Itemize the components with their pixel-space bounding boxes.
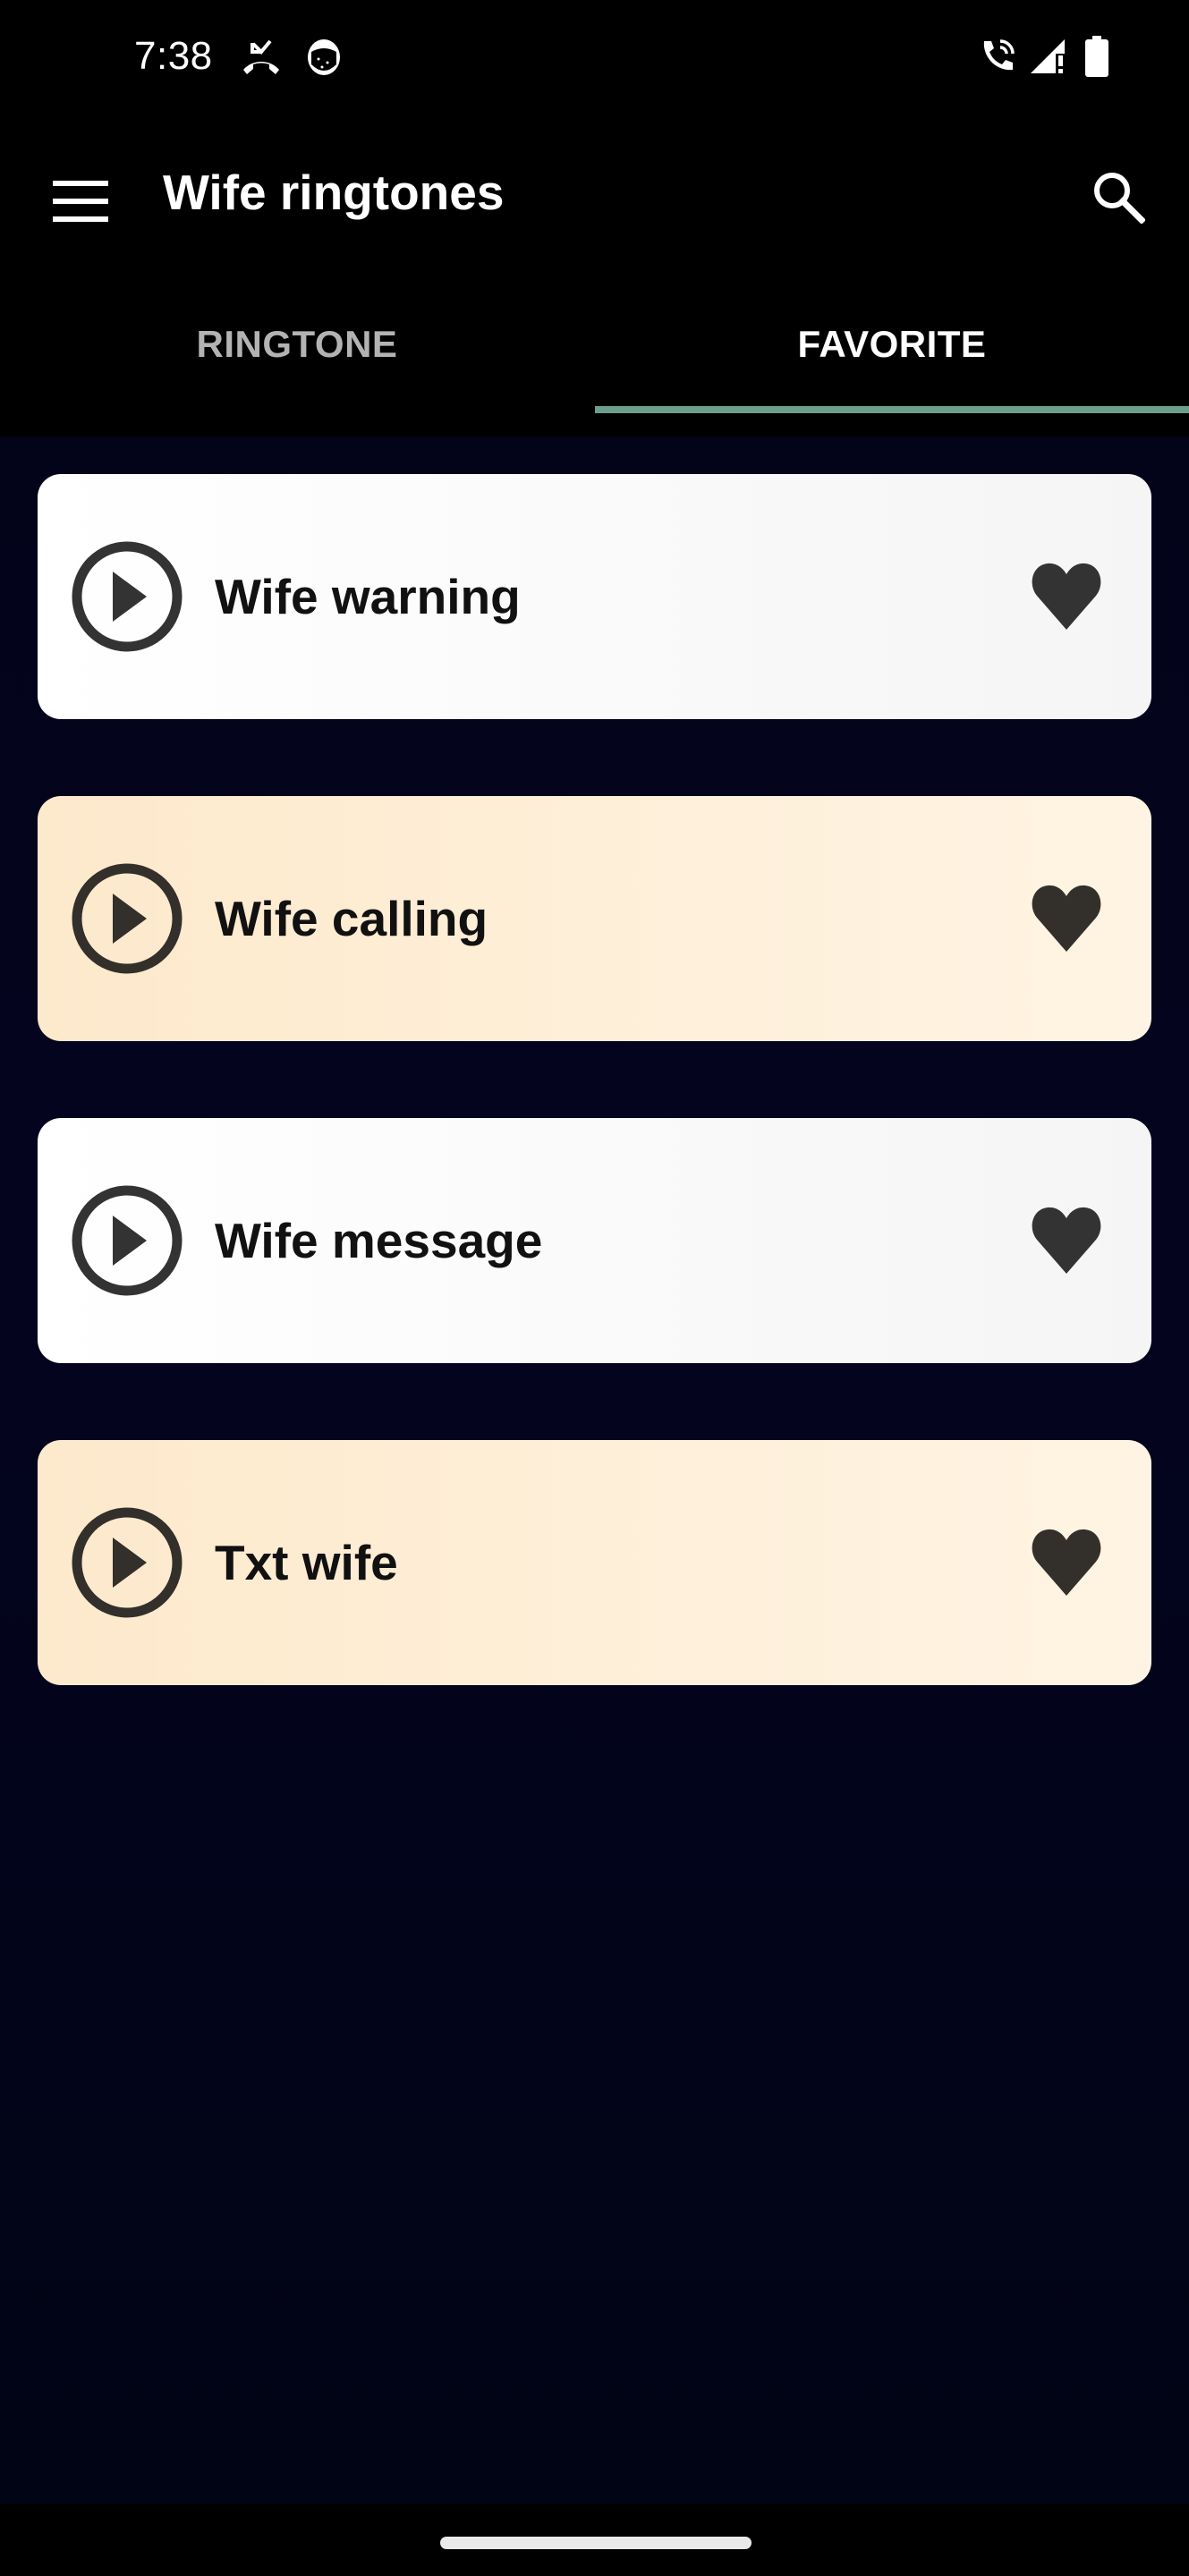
heart-icon[interactable]	[1026, 1522, 1107, 1603]
ringtone-title: Wife calling	[215, 891, 488, 946]
app-title: Wife ringtones	[163, 165, 505, 220]
search-button[interactable]	[1083, 161, 1154, 233]
list-item[interactable]: Wife warning	[38, 474, 1151, 719]
heart-icon[interactable]	[1026, 556, 1107, 637]
notification-app-icon	[308, 39, 340, 75]
hamburger-menu-icon	[53, 181, 108, 222]
ringtone-title: Txt wife	[215, 1535, 398, 1590]
list-item[interactable]: Txt wife	[38, 1440, 1151, 1685]
heart-icon[interactable]	[1026, 1200, 1107, 1281]
signal-no-service-icon	[1031, 39, 1065, 73]
list-item[interactable]: Wife message	[38, 1118, 1151, 1363]
status-time: 7:38	[134, 34, 213, 78]
ringtone-title: Wife message	[215, 1213, 543, 1268]
play-button-icon[interactable]	[70, 1183, 184, 1298]
ringtone-title: Wife warning	[215, 569, 521, 624]
heart-icon[interactable]	[1026, 878, 1107, 959]
search-icon	[1094, 173, 1145, 224]
menu-button[interactable]	[45, 165, 116, 237]
favorites-list: Wife warning Wife calling Wife message T…	[0, 436, 1189, 2504]
wifi-calling-icon	[983, 39, 1015, 71]
play-button-icon[interactable]	[70, 1505, 184, 1620]
status-bar: 7:38	[0, 0, 1189, 112]
list-item[interactable]: Wife calling	[38, 796, 1151, 1041]
play-button-icon[interactable]	[70, 539, 184, 654]
tab-bar: RINGTONE FAVORITE	[0, 277, 1189, 436]
tab-favorite[interactable]: FAVORITE	[595, 277, 1189, 411]
app-bar: Wife ringtones	[0, 112, 1189, 277]
missed-call-icon	[243, 39, 279, 74]
tab-ringtone[interactable]: RINGTONE	[0, 277, 594, 411]
play-button-icon[interactable]	[70, 861, 184, 976]
system-nav-bar	[0, 2504, 1189, 2576]
tab-indicator	[595, 406, 1189, 413]
battery-full-icon	[1085, 36, 1108, 77]
home-gesture-handle[interactable]	[440, 2537, 752, 2549]
